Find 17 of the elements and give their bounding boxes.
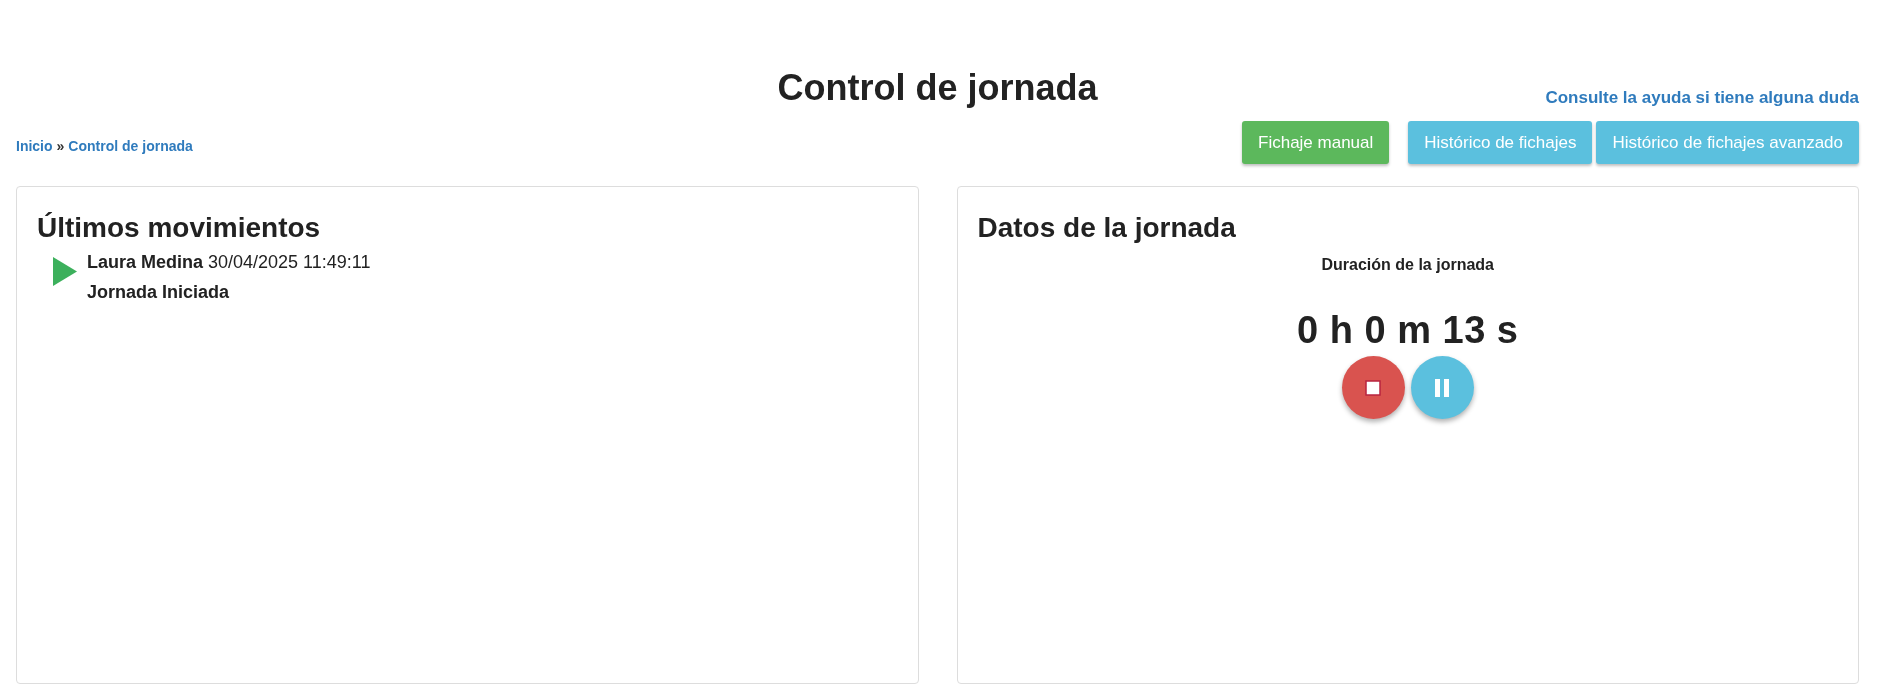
movement-user-time: Laura Medina 30/04/2025 11:49:11 [87, 251, 372, 274]
play-icon [53, 257, 77, 286]
pause-button[interactable] [1410, 356, 1474, 419]
movement-event: Jornada Iniciada [87, 281, 231, 304]
help-link[interactable]: Consulte la ayuda si tiene alguna duda [1545, 88, 1859, 108]
breadcrumb-separator: » [56, 138, 65, 154]
breadcrumb-link[interactable]: Control de jornada [68, 138, 193, 154]
stop-button[interactable] [1341, 356, 1405, 419]
panel-title: Datos de la jornada [977, 211, 1237, 245]
page-title: Control de jornada [777, 66, 1098, 110]
panel-title: Últimos movimientos [37, 211, 322, 245]
duration-timer: 0 h 0 m 13 s [1297, 309, 1519, 352]
stop-icon [1365, 379, 1382, 396]
duration-label: Duración de la jornada [1321, 256, 1494, 274]
pause-icon [1434, 378, 1451, 397]
manual-entry-button[interactable]: Fichaje manual [1242, 121, 1390, 164]
breadcrumb-link[interactable]: Inicio [16, 138, 53, 154]
